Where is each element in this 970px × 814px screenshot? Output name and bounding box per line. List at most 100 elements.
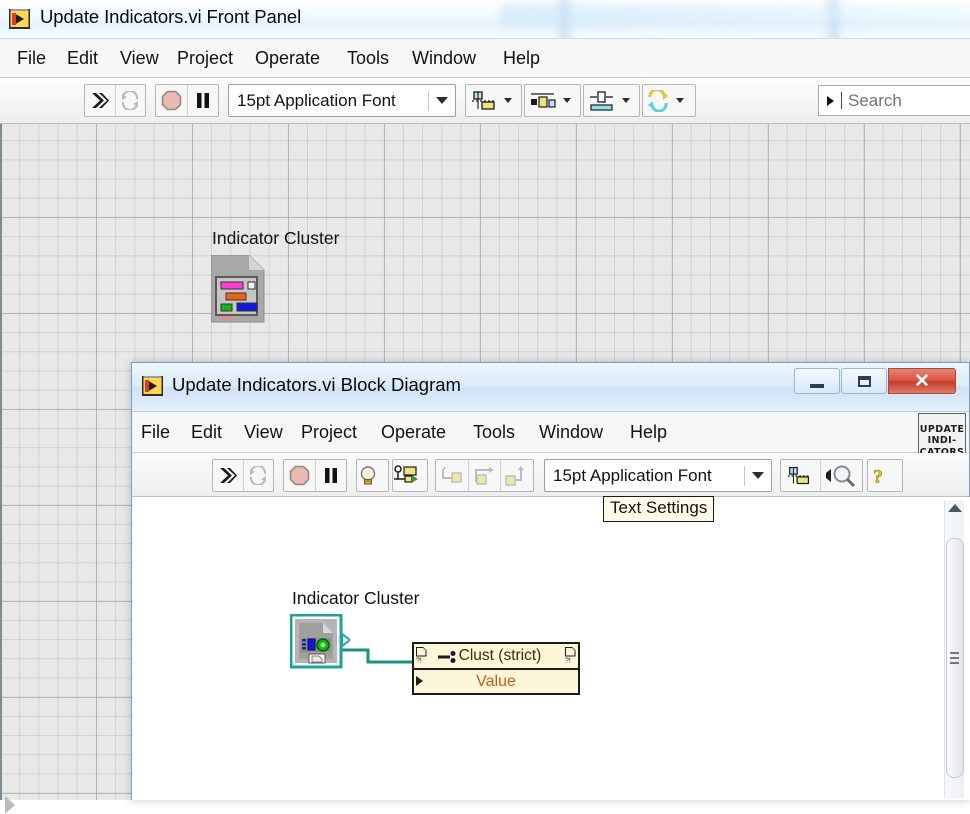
pause-icon <box>324 468 337 483</box>
reference-glyph-icon: ?! <box>565 647 576 663</box>
front-panel-cluster-label: Indicator Cluster <box>212 228 340 248</box>
run-continuously-icon <box>250 466 267 485</box>
step-over-icon <box>474 466 494 485</box>
block-diagram-cluster-label: Indicator Cluster <box>292 588 420 608</box>
pause-button[interactable] <box>188 85 219 116</box>
scroll-grip-1 <box>950 652 959 654</box>
chevron-down-icon <box>676 98 684 103</box>
run-button[interactable] <box>85 85 116 116</box>
property-node-property-row[interactable]: Value <box>414 670 578 693</box>
distribute-objects-icon <box>531 92 556 108</box>
font-selector[interactable]: 15pt Application Font <box>228 84 456 117</box>
block-diagram-toolbar: 15pt Application Font ? <box>132 453 969 497</box>
bd-menu-file[interactable]: File <box>138 412 173 452</box>
run-continuously-icon <box>122 91 139 110</box>
vertical-scrollbar[interactable] <box>944 500 964 798</box>
magnifier-icon <box>826 465 856 487</box>
labview-vi-icon <box>142 376 163 396</box>
font-selector-caret[interactable] <box>429 97 455 104</box>
search-caret-divider <box>841 92 842 109</box>
cluster-indicator-icon[interactable] <box>211 255 265 323</box>
search-input[interactable]: Search <box>818 85 970 116</box>
vi-badge-line-2: INDI- <box>927 435 957 447</box>
run-continuously-button[interactable] <box>116 85 146 116</box>
step-out-icon <box>505 465 525 486</box>
bd-run-continuously-button[interactable] <box>244 460 274 491</box>
bd-zoom-button[interactable] <box>821 460 862 491</box>
scroll-grip-2 <box>950 657 959 659</box>
maximize-button[interactable] <box>841 368 887 394</box>
close-icon: ✕ <box>914 370 930 392</box>
menu-tools[interactable]: Tools <box>344 39 392 77</box>
step-button-group <box>435 459 534 492</box>
bd-align-zoom-group <box>780 459 863 492</box>
menu-project[interactable]: Project <box>174 39 236 77</box>
cluster-reference-terminal-icon[interactable] <box>290 614 350 670</box>
bd-menu-help[interactable]: Help <box>627 412 670 452</box>
bd-menu-operate[interactable]: Operate <box>378 412 449 452</box>
minimize-button[interactable] <box>794 368 840 394</box>
menu-view[interactable]: View <box>117 39 162 77</box>
vi-badge-line-1: UPDATE <box>919 424 965 436</box>
property-node-property: Value <box>476 672 516 690</box>
property-node[interactable]: ?! ?! Clust (strict) Value <box>412 642 580 695</box>
block-diagram-window: Update Indicators.vi Block Diagram ✕ Fil… <box>131 362 970 800</box>
bd-align-objects-button[interactable] <box>781 460 821 491</box>
chevron-down-icon <box>622 98 630 103</box>
bd-run-group <box>212 459 274 492</box>
block-diagram-titlebar[interactable]: Update Indicators.vi Block Diagram ✕ <box>132 363 969 412</box>
bd-menu-edit[interactable]: Edit <box>188 412 225 452</box>
highlight-execution-button[interactable] <box>356 459 389 492</box>
front-panel-titlebar: Update Indicators.vi Front Panel <box>0 0 970 38</box>
resize-objects-icon <box>590 90 613 111</box>
menu-edit[interactable]: Edit <box>64 39 101 77</box>
aero-glow-decoration-2 <box>500 4 970 26</box>
chevron-down-icon <box>436 97 448 104</box>
bd-menu-view[interactable]: View <box>241 412 286 452</box>
property-node-header: ?! ?! Clust (strict) <box>414 644 578 670</box>
bd-pause-button[interactable] <box>316 460 347 491</box>
menu-operate[interactable]: Operate <box>252 39 323 77</box>
reference-glyph-icon: ?! <box>416 647 427 663</box>
font-selector-label: 15pt Application Font <box>237 90 396 110</box>
align-objects-button[interactable] <box>465 84 522 117</box>
front-panel-menubar: File Edit View Project Operate Tools Win… <box>0 38 970 78</box>
bd-abort-execution-button[interactable] <box>284 460 316 491</box>
scroll-up-icon[interactable] <box>948 504 962 512</box>
bd-menu-window[interactable]: Window <box>536 412 606 452</box>
panel-origin-marker <box>5 796 15 814</box>
close-button[interactable]: ✕ <box>888 368 956 394</box>
reorder-objects-icon <box>648 89 668 112</box>
cluster-wire-glyph-icon <box>438 651 456 663</box>
menu-help[interactable]: Help <box>500 39 543 77</box>
bd-menu-project[interactable]: Project <box>298 412 360 452</box>
svg-text:?!: ?! <box>565 658 571 664</box>
distribute-objects-button[interactable] <box>524 84 581 117</box>
resize-objects-button[interactable] <box>583 84 640 117</box>
reorder-objects-button[interactable] <box>642 84 696 117</box>
retain-wire-values-button[interactable] <box>392 459 428 492</box>
svg-text:?!: ?! <box>416 658 422 664</box>
retain-wire-values-icon <box>394 464 418 483</box>
align-objects-icon <box>472 90 496 110</box>
text-settings-tooltip: Text Settings <box>603 496 715 522</box>
front-panel-title: Update Indicators.vi Front Panel <box>40 6 302 27</box>
chevron-down-icon <box>752 472 764 479</box>
bd-run-button[interactable] <box>213 460 244 491</box>
minimize-icon <box>810 383 824 388</box>
step-out-button[interactable] <box>501 460 533 491</box>
step-into-button[interactable] <box>436 460 469 491</box>
abort-pause-group <box>155 84 219 117</box>
search-expand-icon[interactable] <box>819 95 841 106</box>
bd-menu-tools[interactable]: Tools <box>470 412 518 452</box>
run-arrow-icon <box>219 468 237 483</box>
bd-font-selector-caret[interactable] <box>745 472 771 479</box>
bd-font-selector[interactable]: 15pt Application Font <box>544 459 772 492</box>
menu-window[interactable]: Window <box>409 39 479 77</box>
context-help-button[interactable]: ? <box>867 459 903 492</box>
menu-file[interactable]: File <box>14 39 49 77</box>
bd-abort-pause-group <box>283 459 347 492</box>
abort-execution-button[interactable] <box>156 85 188 116</box>
step-over-button[interactable] <box>469 460 502 491</box>
property-input-arrow-icon <box>416 676 423 686</box>
